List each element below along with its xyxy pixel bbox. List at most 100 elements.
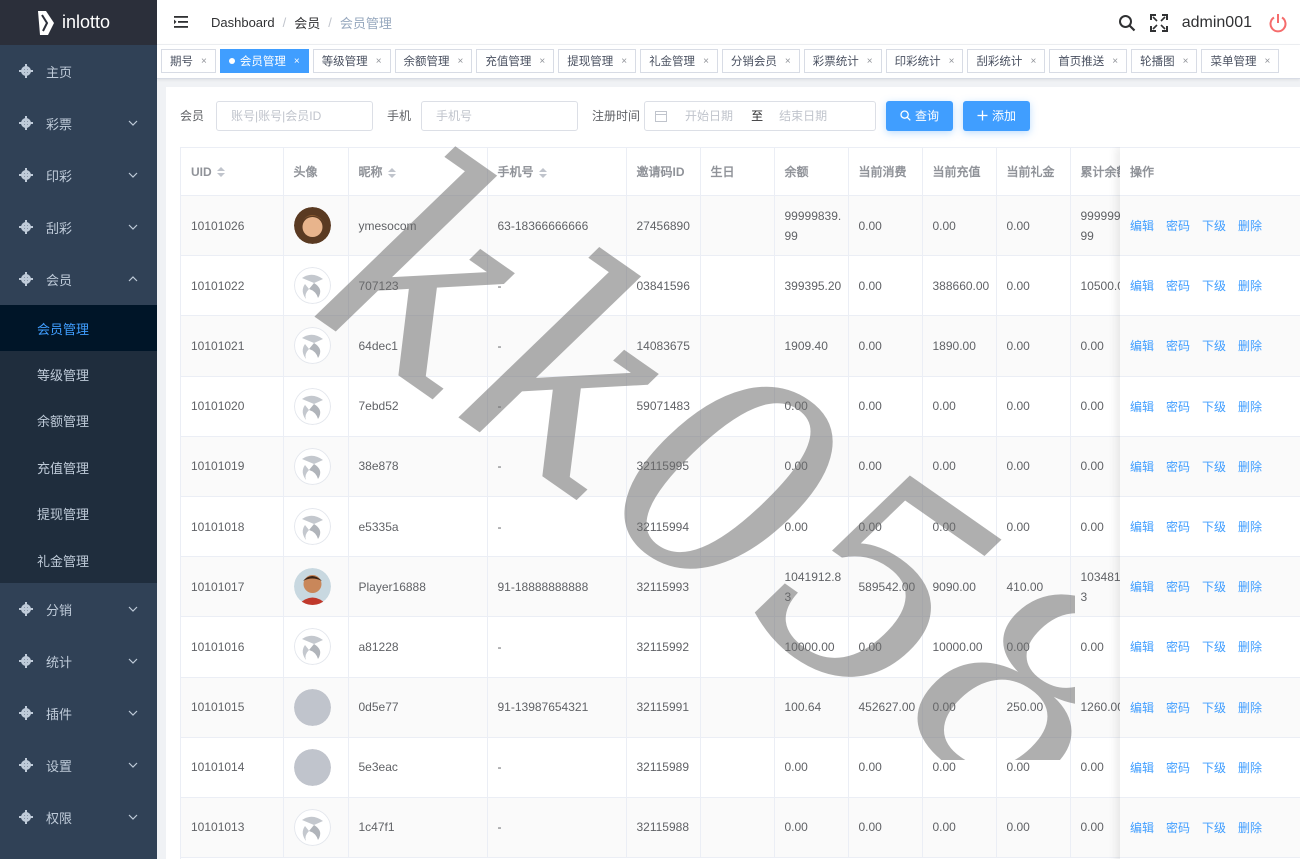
logo[interactable]: inlotto xyxy=(0,0,157,45)
submenu-item[interactable]: 充值管理 xyxy=(0,444,157,490)
password-link[interactable]: 密码 xyxy=(1166,277,1190,294)
tag-close-icon[interactable]: × xyxy=(294,56,300,67)
breadcrumb-dashboard[interactable]: Dashboard xyxy=(211,15,275,30)
edit-link[interactable]: 编辑 xyxy=(1130,458,1154,475)
delete-link[interactable]: 删除 xyxy=(1238,819,1262,836)
password-link[interactable]: 密码 xyxy=(1166,458,1190,475)
password-link[interactable]: 密码 xyxy=(1166,578,1190,595)
tag-close-icon[interactable]: × xyxy=(1030,56,1036,67)
edit-link[interactable]: 编辑 xyxy=(1130,638,1154,655)
fullscreen-icon[interactable] xyxy=(1149,13,1168,32)
password-link[interactable]: 密码 xyxy=(1166,638,1190,655)
submenu-item[interactable]: 等级管理 xyxy=(0,351,157,397)
tag-close-icon[interactable]: × xyxy=(539,56,545,67)
tag-close-icon[interactable]: × xyxy=(949,56,955,67)
sidebar-item[interactable]: 插件 xyxy=(0,687,157,739)
subordinate-link[interactable]: 下级 xyxy=(1202,217,1226,234)
sidebar-item[interactable]: 会员 xyxy=(0,253,157,305)
tag-item[interactable]: 分销会员 × xyxy=(721,49,800,73)
tag-close-icon[interactable]: × xyxy=(1264,56,1270,67)
edit-link[interactable]: 编辑 xyxy=(1130,699,1154,716)
delete-link[interactable]: 删除 xyxy=(1238,337,1262,354)
delete-link[interactable]: 删除 xyxy=(1238,398,1262,415)
tag-item[interactable]: 期号 × xyxy=(161,49,216,73)
tag-close-icon[interactable]: × xyxy=(458,56,464,67)
sidebar-item[interactable]: 印彩 xyxy=(0,149,157,201)
column-header[interactable]: 昵称 xyxy=(348,147,488,196)
edit-link[interactable]: 编辑 xyxy=(1130,337,1154,354)
tag-item[interactable]: 刮彩统计 × xyxy=(967,49,1046,73)
tag-item[interactable]: 充值管理 × xyxy=(476,49,555,73)
phone-input[interactable]: 手机号 xyxy=(421,100,579,131)
member-input[interactable]: 账号|账号|会员ID xyxy=(216,100,374,131)
sidebar-item[interactable]: 设置 xyxy=(0,739,157,791)
end-date-placeholder[interactable]: 结束日期 xyxy=(779,107,827,124)
submenu-item[interactable]: 会员管理 xyxy=(0,305,157,352)
add-button[interactable]: 添加 xyxy=(963,100,1031,131)
tag-close-icon[interactable]: × xyxy=(1183,56,1189,67)
sidebar-item[interactable]: 彩票 xyxy=(0,97,157,149)
subordinate-link[interactable]: 下级 xyxy=(1202,638,1226,655)
tag-item[interactable]: 会员管理 × xyxy=(219,49,309,73)
date-range-picker[interactable]: 开始日期 至 结束日期 xyxy=(644,100,877,131)
sidebar-item[interactable]: 统计 xyxy=(0,635,157,687)
search-icon[interactable] xyxy=(1118,14,1136,32)
tag-close-icon[interactable]: × xyxy=(201,56,207,67)
breadcrumb-member[interactable]: 会员 xyxy=(294,13,320,32)
password-link[interactable]: 密码 xyxy=(1166,337,1190,354)
sidebar-item[interactable]: 主页 xyxy=(0,45,157,97)
tag-close-icon[interactable]: × xyxy=(785,56,791,67)
subordinate-link[interactable]: 下级 xyxy=(1202,277,1226,294)
subordinate-link[interactable]: 下级 xyxy=(1202,699,1226,716)
tag-item[interactable]: 首页推送 × xyxy=(1049,49,1128,73)
tag-close-icon[interactable]: × xyxy=(621,56,627,67)
hamburger-icon[interactable] xyxy=(173,14,189,30)
delete-link[interactable]: 删除 xyxy=(1238,458,1262,475)
column-header[interactable]: UID xyxy=(181,147,284,196)
subordinate-link[interactable]: 下级 xyxy=(1202,398,1226,415)
password-link[interactable]: 密码 xyxy=(1166,398,1190,415)
tag-close-icon[interactable]: × xyxy=(376,56,382,67)
sidebar-item[interactable]: 刮彩 xyxy=(0,201,157,253)
tag-item[interactable]: 等级管理 × xyxy=(312,49,391,73)
edit-link[interactable]: 编辑 xyxy=(1130,518,1154,535)
edit-link[interactable]: 编辑 xyxy=(1130,217,1154,234)
password-link[interactable]: 密码 xyxy=(1166,759,1190,776)
admin-username[interactable]: admin001 xyxy=(1182,14,1252,32)
start-date-placeholder[interactable]: 开始日期 xyxy=(685,107,733,124)
submenu-item[interactable]: 礼金管理 xyxy=(0,537,157,583)
tag-close-icon[interactable]: × xyxy=(867,56,873,67)
power-icon[interactable] xyxy=(1268,13,1288,33)
delete-link[interactable]: 删除 xyxy=(1238,277,1262,294)
delete-link[interactable]: 删除 xyxy=(1238,699,1262,716)
subordinate-link[interactable]: 下级 xyxy=(1202,578,1226,595)
password-link[interactable]: 密码 xyxy=(1166,819,1190,836)
subordinate-link[interactable]: 下级 xyxy=(1202,518,1226,535)
tag-item[interactable]: 印彩统计 × xyxy=(885,49,964,73)
tag-item[interactable]: 菜单管理 × xyxy=(1201,49,1280,73)
edit-link[interactable]: 编辑 xyxy=(1130,819,1154,836)
column-header[interactable]: 手机号 xyxy=(487,147,627,196)
tag-close-icon[interactable]: × xyxy=(703,56,709,67)
delete-link[interactable]: 删除 xyxy=(1238,578,1262,595)
tag-item[interactable]: 轮播图 × xyxy=(1131,49,1198,73)
subordinate-link[interactable]: 下级 xyxy=(1202,759,1226,776)
tag-item[interactable]: 礼金管理 × xyxy=(640,49,718,73)
subordinate-link[interactable]: 下级 xyxy=(1202,458,1226,475)
delete-link[interactable]: 删除 xyxy=(1238,759,1262,776)
sidebar-item[interactable]: 分销 xyxy=(0,583,157,635)
submenu-item[interactable]: 余额管理 xyxy=(0,398,157,444)
password-link[interactable]: 密码 xyxy=(1166,518,1190,535)
submenu-item[interactable]: 提现管理 xyxy=(0,491,157,537)
sidebar-item[interactable]: 权限 xyxy=(0,791,157,843)
password-link[interactable]: 密码 xyxy=(1166,699,1190,716)
delete-link[interactable]: 删除 xyxy=(1238,217,1262,234)
subordinate-link[interactable]: 下级 xyxy=(1202,819,1226,836)
edit-link[interactable]: 编辑 xyxy=(1130,277,1154,294)
search-button[interactable]: 查询 xyxy=(886,100,954,131)
edit-link[interactable]: 编辑 xyxy=(1130,578,1154,595)
delete-link[interactable]: 删除 xyxy=(1238,518,1262,535)
delete-link[interactable]: 删除 xyxy=(1238,638,1262,655)
tag-close-icon[interactable]: × xyxy=(1112,56,1118,67)
edit-link[interactable]: 编辑 xyxy=(1130,759,1154,776)
